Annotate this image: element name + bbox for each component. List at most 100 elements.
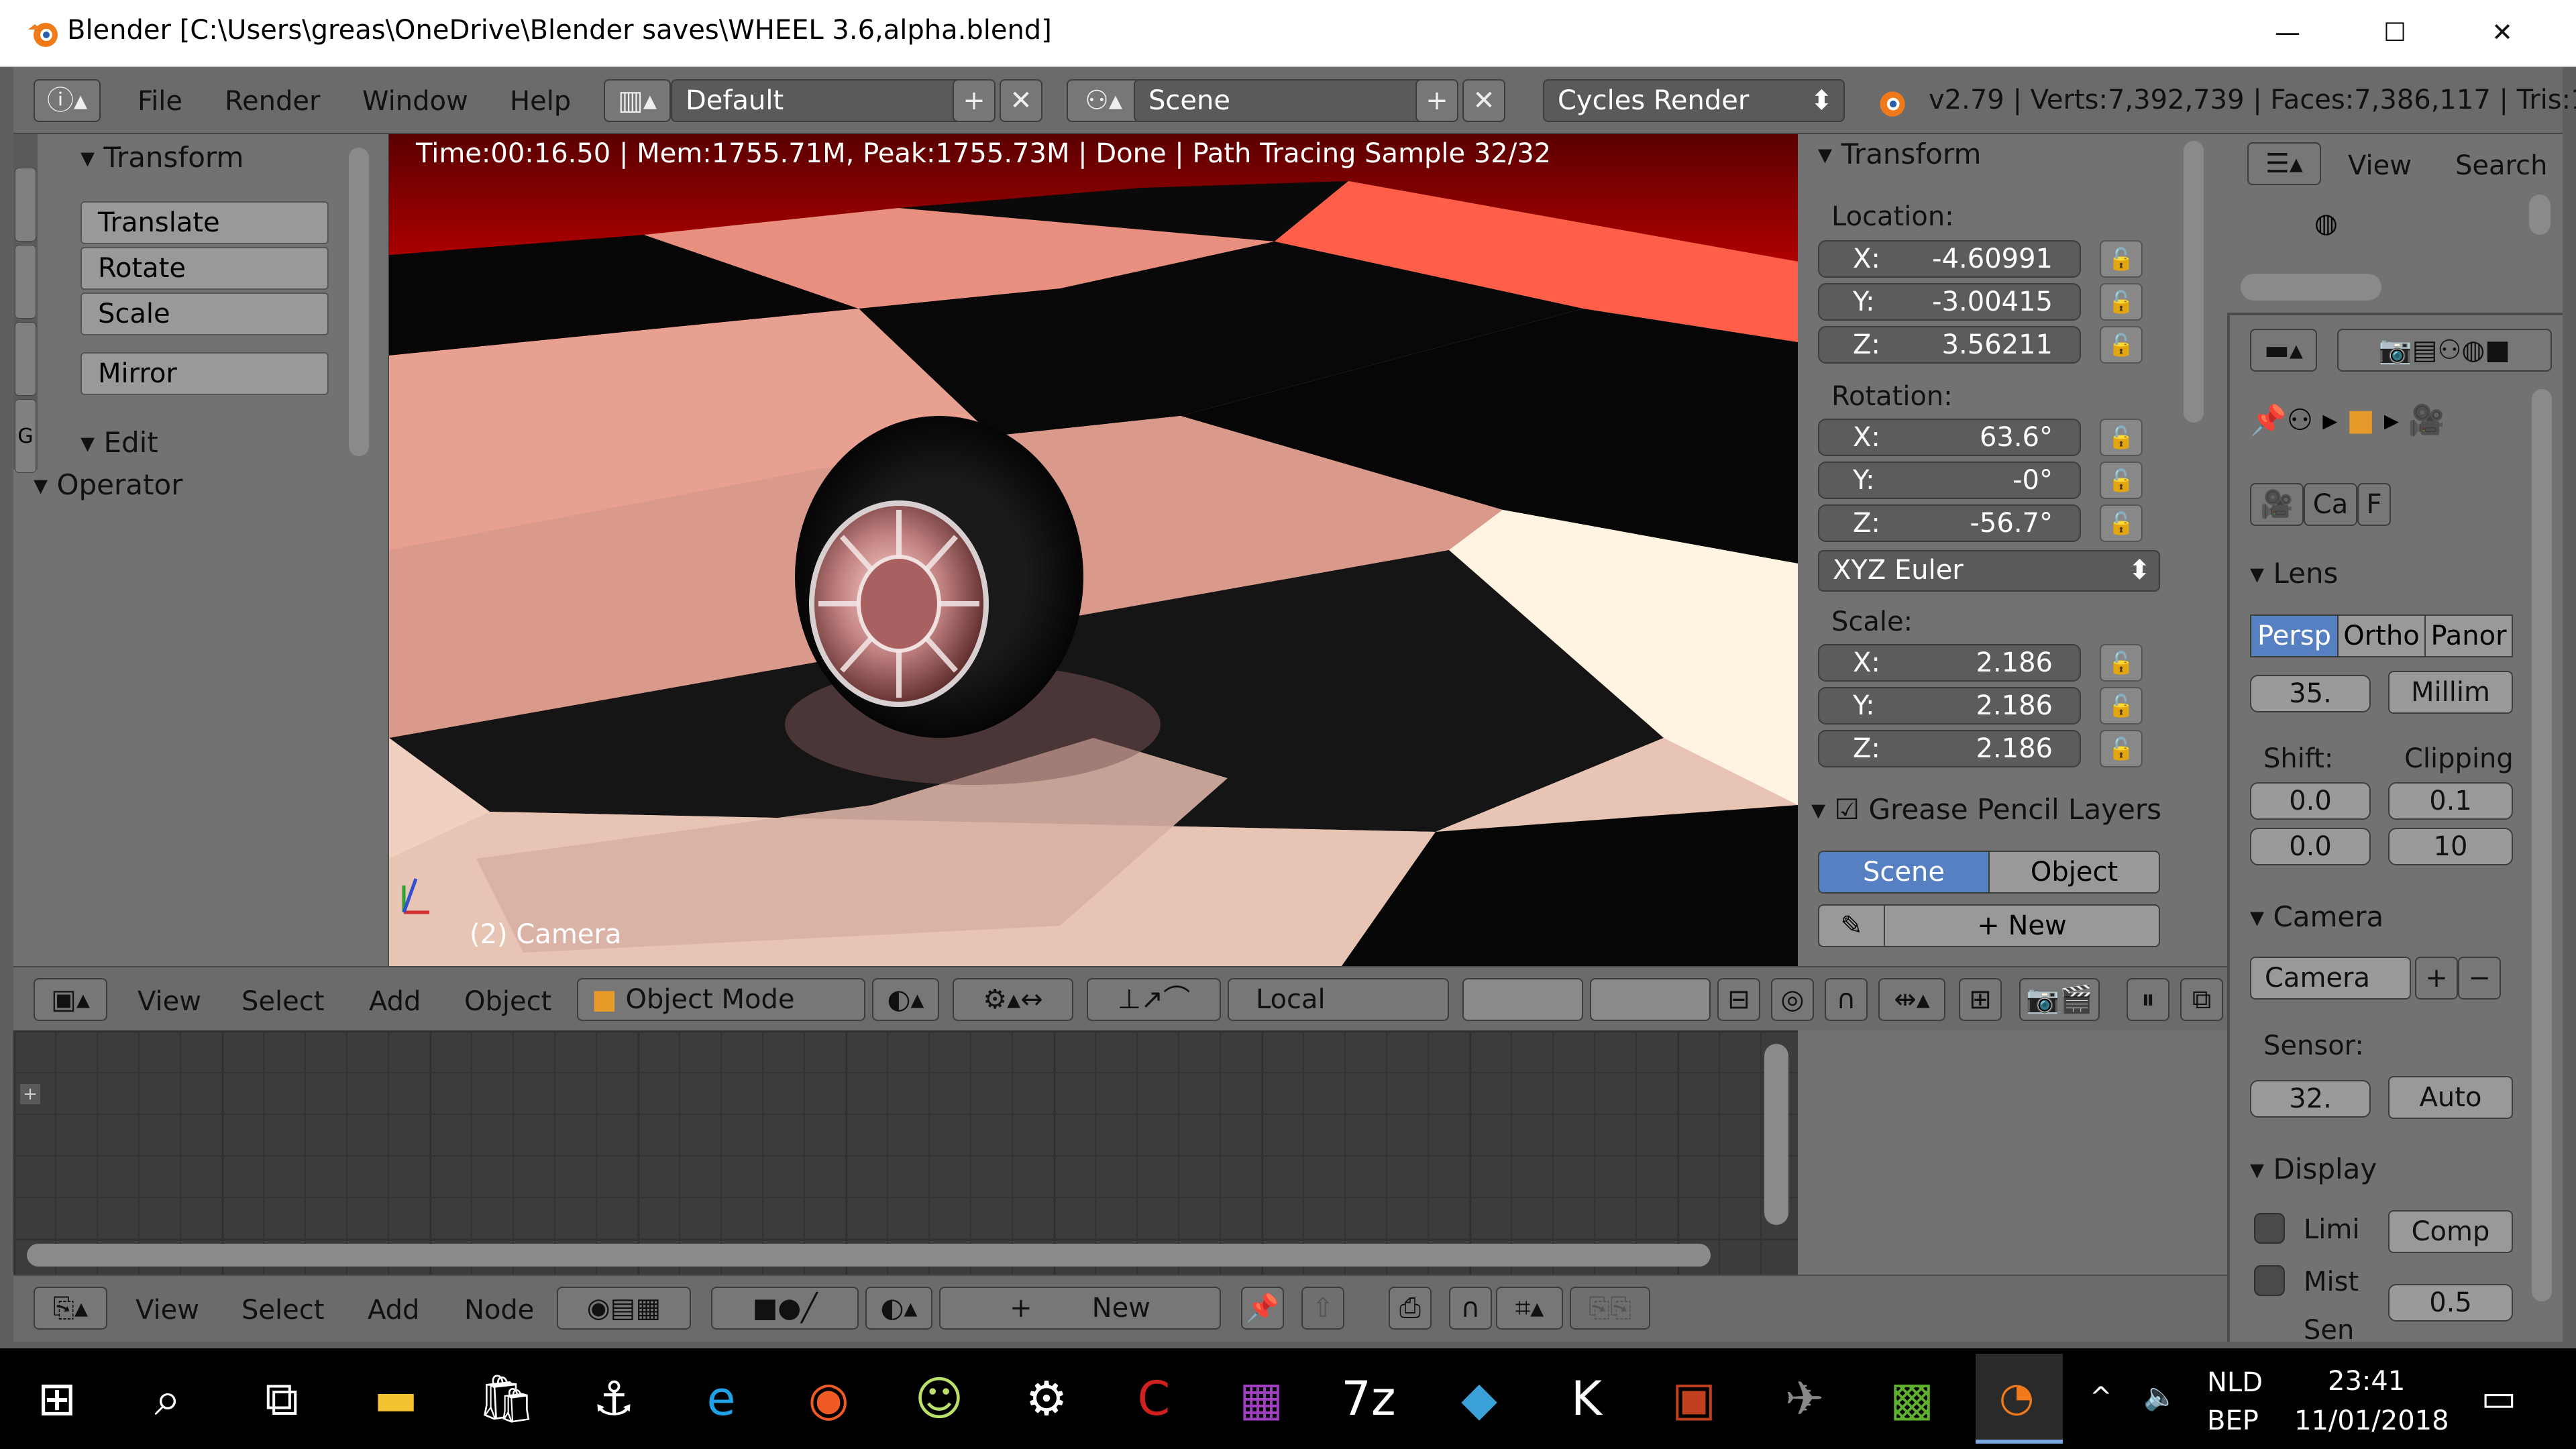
rotation-y-field[interactable]: Y: -0°	[1818, 462, 2081, 499]
info-editor-icon[interactable]: ⓘ▴	[34, 79, 101, 122]
shelf-tab[interactable]	[15, 245, 36, 319]
origin-icon[interactable]: ◉	[792, 1362, 865, 1436]
steam-icon[interactable]: ⚙	[1010, 1362, 1083, 1436]
menu-render[interactable]: Render	[225, 86, 320, 117]
lens-panel-header[interactable]: ▾ Lens	[2250, 557, 2338, 590]
editor-type-icon[interactable]: ⎘▴	[34, 1287, 107, 1330]
menu-window[interactable]: Window	[362, 86, 468, 117]
layers-grid-2[interactable]	[1590, 978, 1711, 1021]
pencil-icon[interactable]: ✎	[1818, 904, 1885, 947]
clock-time[interactable]: 23:41	[2328, 1366, 2405, 1397]
node-v-scrollbar[interactable]	[1764, 1044, 1788, 1225]
new-material-button[interactable]: + New	[939, 1287, 1221, 1330]
close-button[interactable]: ✕	[2469, 12, 2536, 52]
snap-icon[interactable]: ⇹▴	[1878, 978, 1945, 1021]
mode-select[interactable]: ■ Object Mode	[577, 978, 865, 1021]
lens-unit-select[interactable]: Millim	[2388, 671, 2513, 714]
mirror-button[interactable]: Mirror	[80, 352, 329, 395]
orientation-select[interactable]: Local	[1228, 978, 1449, 1021]
composition-select[interactable]: Comp	[2388, 1210, 2513, 1253]
shading-icon[interactable]: ◐▴	[872, 978, 939, 1021]
lock-icon[interactable]: 🔓	[2100, 240, 2143, 278]
add-layout-button[interactable]: +	[953, 79, 996, 122]
kodi-icon[interactable]: ◆	[1442, 1362, 1516, 1436]
n-transform-header[interactable]: ▾ Transform	[1818, 138, 1981, 170]
menu-file[interactable]: File	[138, 86, 182, 117]
tray-chevron-icon[interactable]: ^	[2090, 1382, 2112, 1413]
location-z-field[interactable]: Z: 3.56211	[1818, 326, 2081, 364]
node-tree-type-icons[interactable]: ◉▤▦	[557, 1287, 691, 1330]
rotation-z-field[interactable]: Z: -56.7°	[1818, 504, 2081, 542]
scale-button[interactable]: Scale	[80, 292, 329, 335]
shelf-tab-g[interactable]: G	[15, 399, 36, 473]
shader-type-icons[interactable]: ■●╱	[711, 1287, 859, 1330]
scale-y-field[interactable]: Y: 2.186	[1818, 687, 2081, 724]
outliner-view-menu[interactable]: View	[2348, 150, 2412, 181]
lock-icon[interactable]: 🔓	[2100, 283, 2143, 321]
task-view-icon[interactable]: ⧉	[245, 1362, 319, 1436]
gp-new-button[interactable]: + New	[1884, 904, 2160, 947]
minimize-button[interactable]: —	[2254, 12, 2321, 52]
max-payne-icon[interactable]: ▣	[1657, 1362, 1731, 1436]
shift-y-field[interactable]: 0.0	[2250, 828, 2371, 865]
node-h-scrollbar[interactable]	[27, 1244, 1711, 1267]
internet-explorer-icon[interactable]: e	[684, 1362, 758, 1436]
focal-length-field[interactable]: 35.	[2250, 675, 2371, 712]
editor-type-icon[interactable]: ▬▴	[2250, 329, 2317, 372]
mist-checkbox[interactable]	[2254, 1265, 2285, 1296]
copy-paste-icons[interactable]: ⎘⎘	[1570, 1287, 1650, 1330]
clip-end-field[interactable]: 10	[2388, 828, 2513, 865]
maximize-button[interactable]: ☐	[2361, 12, 2428, 52]
lock-icon[interactable]: 🔓	[2100, 730, 2143, 767]
corsair-icon[interactable]: ⚓	[577, 1362, 651, 1436]
remove-layout-button[interactable]: ✕	[1000, 79, 1042, 122]
parent-icon[interactable]: ⇧	[1301, 1287, 1344, 1330]
3d-viewport[interactable]: Time:00:16.50 | Mem:1755.71M, Peak:1755.…	[389, 134, 1798, 966]
lock-icon[interactable]: 🔓	[2100, 504, 2143, 542]
gp-object-tab[interactable]: Object	[1988, 851, 2160, 894]
manipulator-icons[interactable]: ⊥↗⌒	[1087, 978, 1221, 1021]
volume-icon[interactable]: 🔈	[2143, 1381, 2177, 1412]
aorus-icon[interactable]: ✈	[1768, 1362, 1841, 1436]
pivot-icon[interactable]: ⚙▴↔	[953, 978, 1073, 1021]
proportional-icon[interactable]: ◎	[1771, 978, 1814, 1021]
editor-type-icon[interactable]: ▣▴	[34, 978, 107, 1021]
lock-icon[interactable]: 🔓	[2100, 687, 2143, 724]
grease-pencil-header[interactable]: ▾ ☑ Grease Pencil Layers	[1811, 793, 2161, 826]
camera-panel-header[interactable]: ▾ Camera	[2250, 900, 2383, 933]
backdrop-icon[interactable]: ⎙	[1389, 1287, 1432, 1330]
layers-grid-1[interactable]	[1462, 978, 1583, 1021]
scene-field[interactable]: Scene	[1134, 79, 1429, 122]
layout-field[interactable]: Default	[671, 79, 966, 122]
app-grid-icon[interactable]: ▩	[1875, 1362, 1949, 1436]
remove-scene-button[interactable]: ✕	[1462, 79, 1505, 122]
edit-panel-header[interactable]: ▾ Edit	[80, 426, 158, 459]
context-tabs[interactable]: 📷▤⚇◍■	[2337, 329, 2552, 372]
blender-taskbar-button[interactable]: ◔	[1976, 1354, 2063, 1444]
scale-x-field[interactable]: X: 2.186	[1818, 644, 2081, 682]
lock-icon[interactable]: 🔓	[2100, 462, 2143, 499]
translate-button[interactable]: Translate	[80, 201, 329, 244]
lens-ortho[interactable]: Ortho	[2337, 614, 2426, 657]
lock-icon[interactable]: 🔓	[2100, 644, 2143, 682]
shift-x-field[interactable]: 0.0	[2250, 782, 2371, 820]
node-editor[interactable]: +	[13, 1030, 1798, 1275]
sensor-fit-select[interactable]: Auto	[2388, 1076, 2513, 1119]
lens-persp[interactable]: Persp	[2250, 614, 2339, 657]
camera-data-icon[interactable]: 🎥	[2250, 483, 2304, 526]
camera-data-name[interactable]: Ca	[2304, 483, 2357, 526]
screen-layout-icon[interactable]: ▥▴	[604, 79, 671, 122]
rotation-mode-select[interactable]: XYZ Euler ⬍	[1818, 550, 2160, 592]
pause-icon[interactable]: ⏸	[2127, 978, 2169, 1021]
outliner-search-menu[interactable]: Search	[2455, 150, 2547, 181]
location-y-field[interactable]: Y: -3.00415	[1818, 283, 2081, 321]
camera-preset-select[interactable]: Camera	[2250, 957, 2411, 1000]
7zip-icon[interactable]: 7z	[1332, 1362, 1405, 1436]
outliner-h-scrollbar[interactable]	[2241, 274, 2381, 301]
render-engine-select[interactable]: Cycles Render ⬍	[1543, 79, 1845, 122]
snap-icon[interactable]: ⌗▴	[1496, 1287, 1563, 1330]
scene-icon[interactable]: ⚇▴	[1067, 79, 1140, 122]
menu-add[interactable]: Add	[368, 1295, 419, 1326]
display-panel-header[interactable]: ▾ Display	[2250, 1152, 2377, 1185]
winrar-icon[interactable]: ▦	[1224, 1362, 1298, 1436]
